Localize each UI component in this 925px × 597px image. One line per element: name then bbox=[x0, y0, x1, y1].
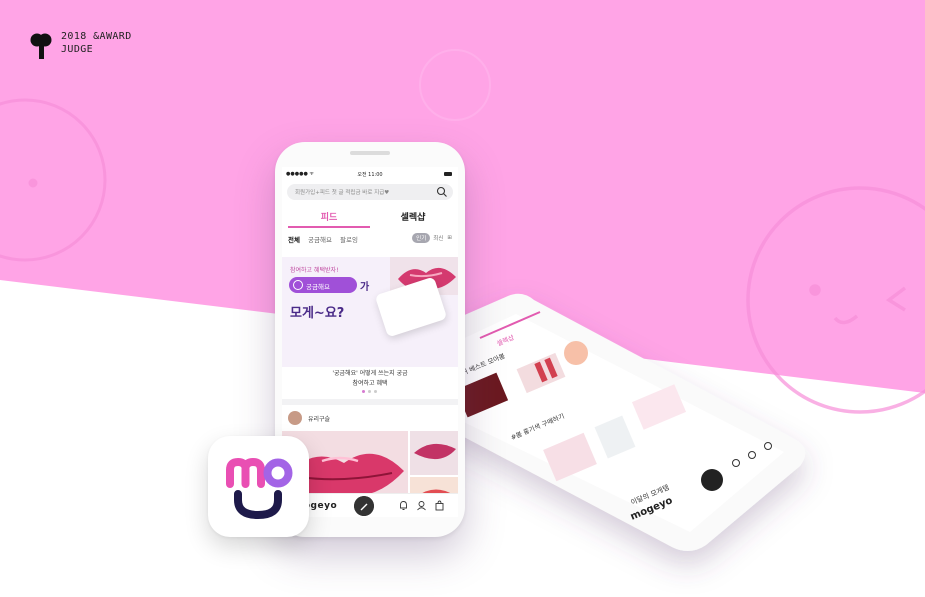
banner-phone-card bbox=[374, 276, 448, 338]
filter-following[interactable]: 팔로잉 bbox=[340, 236, 358, 244]
bell-icon[interactable] bbox=[398, 500, 409, 511]
promo-banner[interactable]: 참여하고 혜택받자! 궁금해요 가 모게~요? bbox=[282, 257, 458, 367]
sort-latest[interactable]: 최신 bbox=[433, 234, 443, 242]
banner-caption: '궁금해요' 어떻게 쓰는지 궁금 참여하고 혜택 bbox=[282, 369, 458, 389]
post-username[interactable]: 유리구슬 bbox=[308, 414, 330, 423]
curious-button[interactable]: 궁금해요 bbox=[289, 277, 357, 293]
tab-selectshop[interactable]: 셀렉샵 bbox=[378, 210, 448, 223]
search-bar[interactable]: 회원가입+피드 첫 글 적립금 바로 지급♥ bbox=[287, 184, 453, 200]
sort-popular[interactable]: 인기 bbox=[412, 233, 431, 243]
curious-button-label: 궁금해요 bbox=[306, 283, 330, 291]
profile-icon[interactable] bbox=[416, 500, 427, 511]
filter-tabs: 전체 궁금해요 팔로잉 bbox=[288, 234, 364, 244]
battery-icon bbox=[444, 172, 452, 176]
banner-question: 모게~요? bbox=[290, 306, 345, 321]
app-icon[interactable] bbox=[208, 436, 309, 537]
center-nav-button[interactable] bbox=[701, 469, 723, 491]
search-icon[interactable] bbox=[436, 186, 448, 198]
post-header[interactable]: 유리구슬 bbox=[288, 411, 330, 425]
status-bar: ●●●●● ᯤ 오전 11:00 bbox=[282, 167, 458, 181]
carousel-dots bbox=[362, 390, 380, 393]
write-button[interactable] bbox=[354, 496, 374, 516]
banner-headline: 참여하고 혜택받자! bbox=[290, 267, 339, 274]
filter-all[interactable]: 전체 bbox=[288, 236, 300, 244]
avatar[interactable] bbox=[288, 411, 302, 425]
grid-view-icon[interactable]: ⊞ bbox=[447, 235, 452, 241]
tab-feed[interactable]: 피드 bbox=[294, 210, 364, 223]
status-time: 오전 11:00 bbox=[357, 172, 383, 178]
mogeyo-logo-icon bbox=[226, 458, 293, 520]
showcase-stage: 2018 &AWARD JUDGE mogeyo 이달의 모게템 모든거 베스트… bbox=[0, 0, 925, 597]
search-placeholder: 회원가입+피드 첫 글 적립금 바로 지급♥ bbox=[295, 190, 390, 196]
promo-thumb[interactable] bbox=[564, 341, 588, 365]
caption-line-1: '궁금해요' 어떻게 쓰는지 궁금 bbox=[332, 370, 408, 377]
smile-icon bbox=[293, 280, 303, 290]
caption-line-2: 참여하고 혜택 bbox=[352, 380, 388, 387]
active-tab-indicator bbox=[288, 226, 370, 228]
sort-toggle: 인기 최신 ⊞ bbox=[412, 233, 452, 243]
phone-speaker bbox=[350, 151, 390, 155]
bag-icon[interactable] bbox=[434, 500, 445, 511]
divider bbox=[282, 399, 458, 405]
banner-ga-text: 가 bbox=[360, 282, 370, 293]
filter-curious[interactable]: 궁금해요 bbox=[308, 236, 332, 244]
main-tabs: 피드 셀렉샵 bbox=[282, 207, 458, 228]
